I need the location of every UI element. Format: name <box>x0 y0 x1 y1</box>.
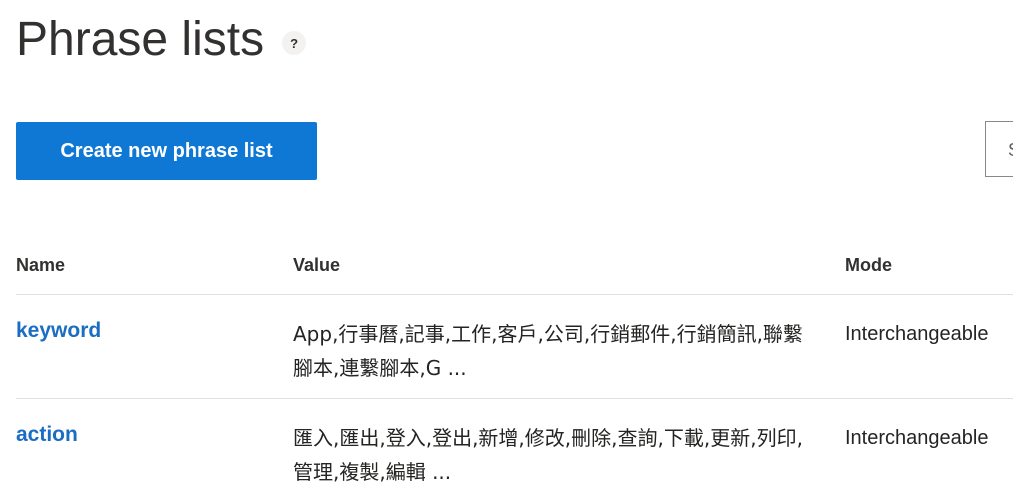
table-header: Name Value Mode <box>16 232 1013 295</box>
phrase-lists-page: Phrase lists ? Create new phrase list S … <box>0 0 1013 502</box>
search-input[interactable]: S <box>985 121 1013 177</box>
phrase-lists-table: Name Value Mode keyword App,行事曆,記事,工作,客戶… <box>16 232 1013 502</box>
phrase-list-value: 匯入,匯出,登入,登出,新增,修改,刪除,查詢,下載,更新,列印,管理,複製,編… <box>293 426 803 484</box>
column-header-mode[interactable]: Mode <box>845 255 892 276</box>
column-header-value[interactable]: Value <box>293 255 340 276</box>
phrase-list-mode: Interchangeable <box>845 323 989 345</box>
help-icon[interactable]: ? <box>282 31 307 55</box>
column-header-name[interactable]: Name <box>16 255 65 276</box>
create-new-phrase-list-button[interactable]: Create new phrase list <box>16 122 317 180</box>
phrase-list-name-link[interactable]: action <box>16 423 78 447</box>
title-row: Phrase lists ? <box>16 8 307 72</box>
phrase-list-mode: Interchangeable <box>845 427 989 449</box>
table-row: action 匯入,匯出,登入,登出,新增,修改,刪除,查詢,下載,更新,列印,… <box>16 399 1013 502</box>
phrase-list-value: App,行事曆,記事,工作,客戶,公司,行銷郵件,行銷簡訊,聯繫腳本,連繫腳本,… <box>293 322 803 380</box>
phrase-list-name-link[interactable]: keyword <box>16 319 101 343</box>
page-title: Phrase lists <box>16 13 265 66</box>
table-row: keyword App,行事曆,記事,工作,客戶,公司,行銷郵件,行銷簡訊,聯繫… <box>16 295 1013 399</box>
